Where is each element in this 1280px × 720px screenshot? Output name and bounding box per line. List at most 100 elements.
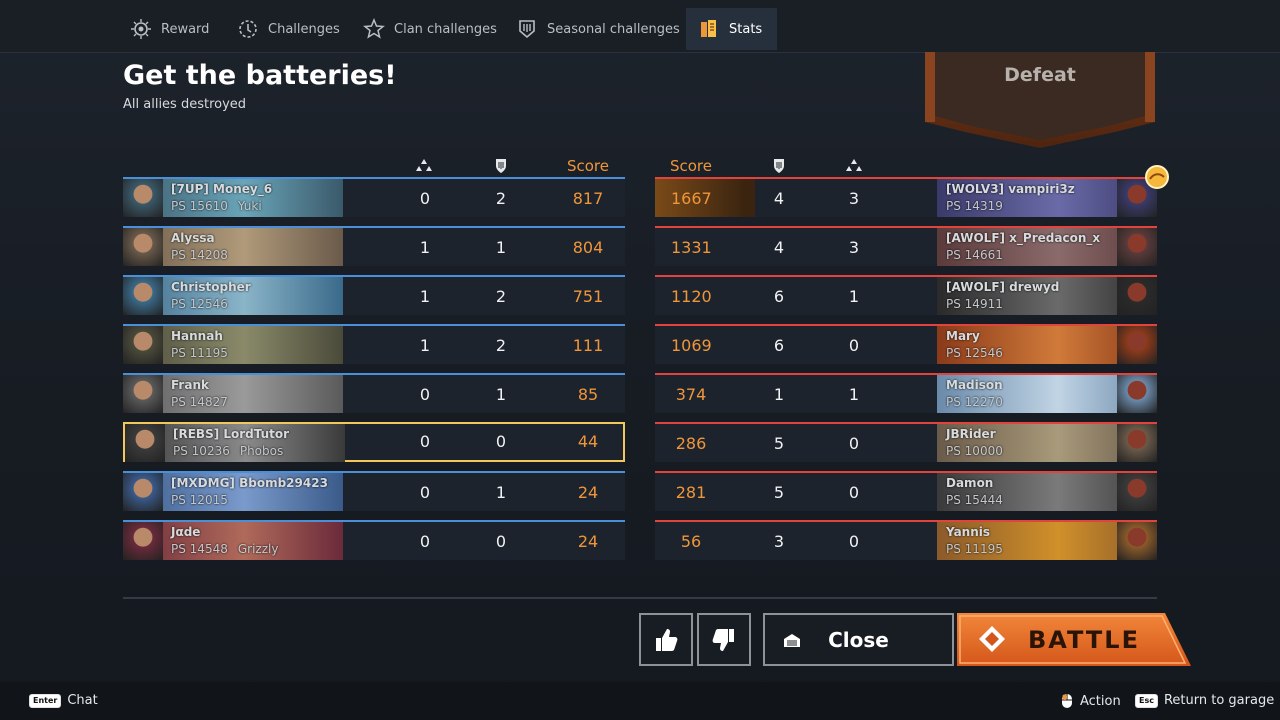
player-name: [WOLV3] vampiri3z [946,182,1075,196]
avatar [123,179,163,217]
enemy-row[interactable]: JBRider PS 10000 286 5 0 [655,422,1157,462]
player-name: JBRider [946,427,996,441]
player-name: [AWOLF] x_Predacon_x [946,231,1101,245]
power-score: PS 11195 [171,346,228,360]
ally-row[interactable]: [7UP] Money_6 PS 15610 Yuki 0 2 817 [123,177,625,217]
power-score: PS 14208 [171,248,228,262]
power-score: PS 14319 [946,199,1003,213]
player-nameplate: Jαde PS 14548 Grizzly [123,522,343,560]
close-button[interactable]: Close [763,613,954,666]
kills-icon [496,159,506,173]
challenges-icon [237,18,259,40]
page-title: Get the batteries! [123,60,397,91]
power-score: PS 11195 [946,542,1003,556]
kills-value: 5 [773,434,785,453]
assists-value: 1 [848,385,860,404]
tab-seasonal-challenges[interactable]: Seasonal challenges [516,8,680,50]
enemy-row[interactable]: Yannis PS 11195 56 3 0 [655,520,1157,560]
avatar [1117,473,1157,511]
score-value: 24 [577,483,599,502]
player-power-score: PS 10236 Phobos [173,444,283,458]
ally-score-header: Score [566,157,609,175]
ally-row[interactable]: Hannah PS 11195 1 2 111 [123,324,625,364]
assists-value: 0 [419,432,431,451]
score-value: 817 [572,189,604,208]
score-value: 111 [572,336,604,355]
action-hint[interactable]: Action [1061,693,1121,709]
avatar [123,228,163,266]
assists-value: 0 [848,532,860,551]
player-nameplate: Madison PS 12270 [937,375,1157,413]
player-nameplate: [REBS] LordTutor PS 10236 Phobos [125,424,345,462]
ally-row[interactable]: [MXDMG] Bbomb29423 PS 12015 0 1 24 [123,471,625,511]
player-name: [MXDMG] Bbomb29423 [171,476,328,490]
ally-row[interactable]: Christopher PS 12546 1 2 751 [123,275,625,315]
tab-label: Clan challenges [394,21,497,37]
kills-value: 2 [495,336,507,355]
score-value: 1069 [671,336,712,355]
assists-value: 0 [419,385,431,404]
player-name: Madison [946,378,1003,392]
player-nameplate: [7UP] Money_6 PS 15610 Yuki [123,179,343,217]
power-score: PS 10236 [173,444,230,458]
score-value: 56 [680,532,702,551]
tab-challenges[interactable]: Challenges [237,8,340,50]
ally-row[interactable]: Frank PS 14827 0 1 85 [123,373,625,413]
power-score: PS 14661 [946,248,1003,262]
power-score: PS 12270 [946,395,1003,409]
stats-icon [698,18,720,40]
player-name: Christopher [171,280,251,294]
player-nameplate: Mary PS 12546 [937,326,1157,364]
tab-clan-challenges[interactable]: Clan challenges [363,8,497,50]
kills-value: 0 [495,532,507,551]
player-name: Alyssa [171,231,215,245]
top-tab-bar: Reward Challenges Clan challenges Season… [0,0,1280,53]
kills-icon [774,159,784,173]
assists-value: 0 [848,483,860,502]
player-nameplate: [WOLV3] vampiri3z PS 14319 [937,179,1157,217]
score-value: 85 [577,385,599,404]
avatar [123,375,163,413]
assists-value: 0 [419,189,431,208]
chat-hint[interactable]: Enter Chat [29,693,98,708]
player-name: Yannis [946,525,991,539]
enemy-row[interactable]: Damon PS 15444 281 5 0 [655,471,1157,511]
tab-label: Reward [161,21,210,37]
top-player-badge-icon [1145,165,1169,189]
kills-value: 6 [773,287,785,306]
assists-icon [416,159,432,171]
player-power-score: PS 14827 [171,395,228,409]
dislike-button[interactable] [697,613,751,666]
enemy-row[interactable]: [AWOLF] x_Predacon_x PS 14661 1331 4 3 [655,226,1157,266]
kills-value: 4 [773,189,785,208]
tab-reward[interactable]: Reward [130,8,209,50]
player-name: Hannah [171,329,223,343]
enemy-row[interactable]: Madison PS 12270 374 1 1 [655,373,1157,413]
ally-row[interactable]: Jαde PS 14548 Grizzly 0 0 24 [123,520,625,560]
clan-challenges-icon [363,18,385,40]
player-name: [REBS] LordTutor [173,427,290,441]
return-to-garage-hint[interactable]: Esc Return to garage [1135,693,1274,708]
enemy-row[interactable]: [AWOLF] drewyd PS 14911 1120 6 1 [655,275,1157,315]
enemy-row[interactable]: [WOLV3] vampiri3z PS 14319 1667 4 3 [655,177,1157,217]
assists-value: 1 [419,238,431,257]
assists-value: 1 [419,287,431,306]
player-nameplate: JBRider PS 10000 [937,424,1157,462]
score-value: 374 [675,385,707,404]
power-score: PS 15444 [946,493,1003,507]
ally-row[interactable]: Alyssa PS 14208 1 1 804 [123,226,625,266]
thumbs-up-icon [656,628,678,651]
score-value: 44 [577,432,599,451]
tab-label: Seasonal challenges [547,21,680,37]
score-value: 1120 [671,287,712,306]
ally-row[interactable]: [REBS] LordTutor PS 10236 Phobos 0 0 44 [123,422,625,462]
avatar [123,277,163,315]
thumbs-down-icon [712,628,734,651]
enemy-row[interactable]: Mary PS 12546 1069 6 0 [655,324,1157,364]
player-name: Damon [946,476,994,490]
player-power-score: PS 15610 Yuki [171,199,262,213]
player-power-score: PS 14208 [171,248,228,262]
like-button[interactable] [639,613,693,666]
tab-stats[interactable]: Stats [686,8,777,50]
player-nameplate: Alyssa PS 14208 [123,228,343,266]
